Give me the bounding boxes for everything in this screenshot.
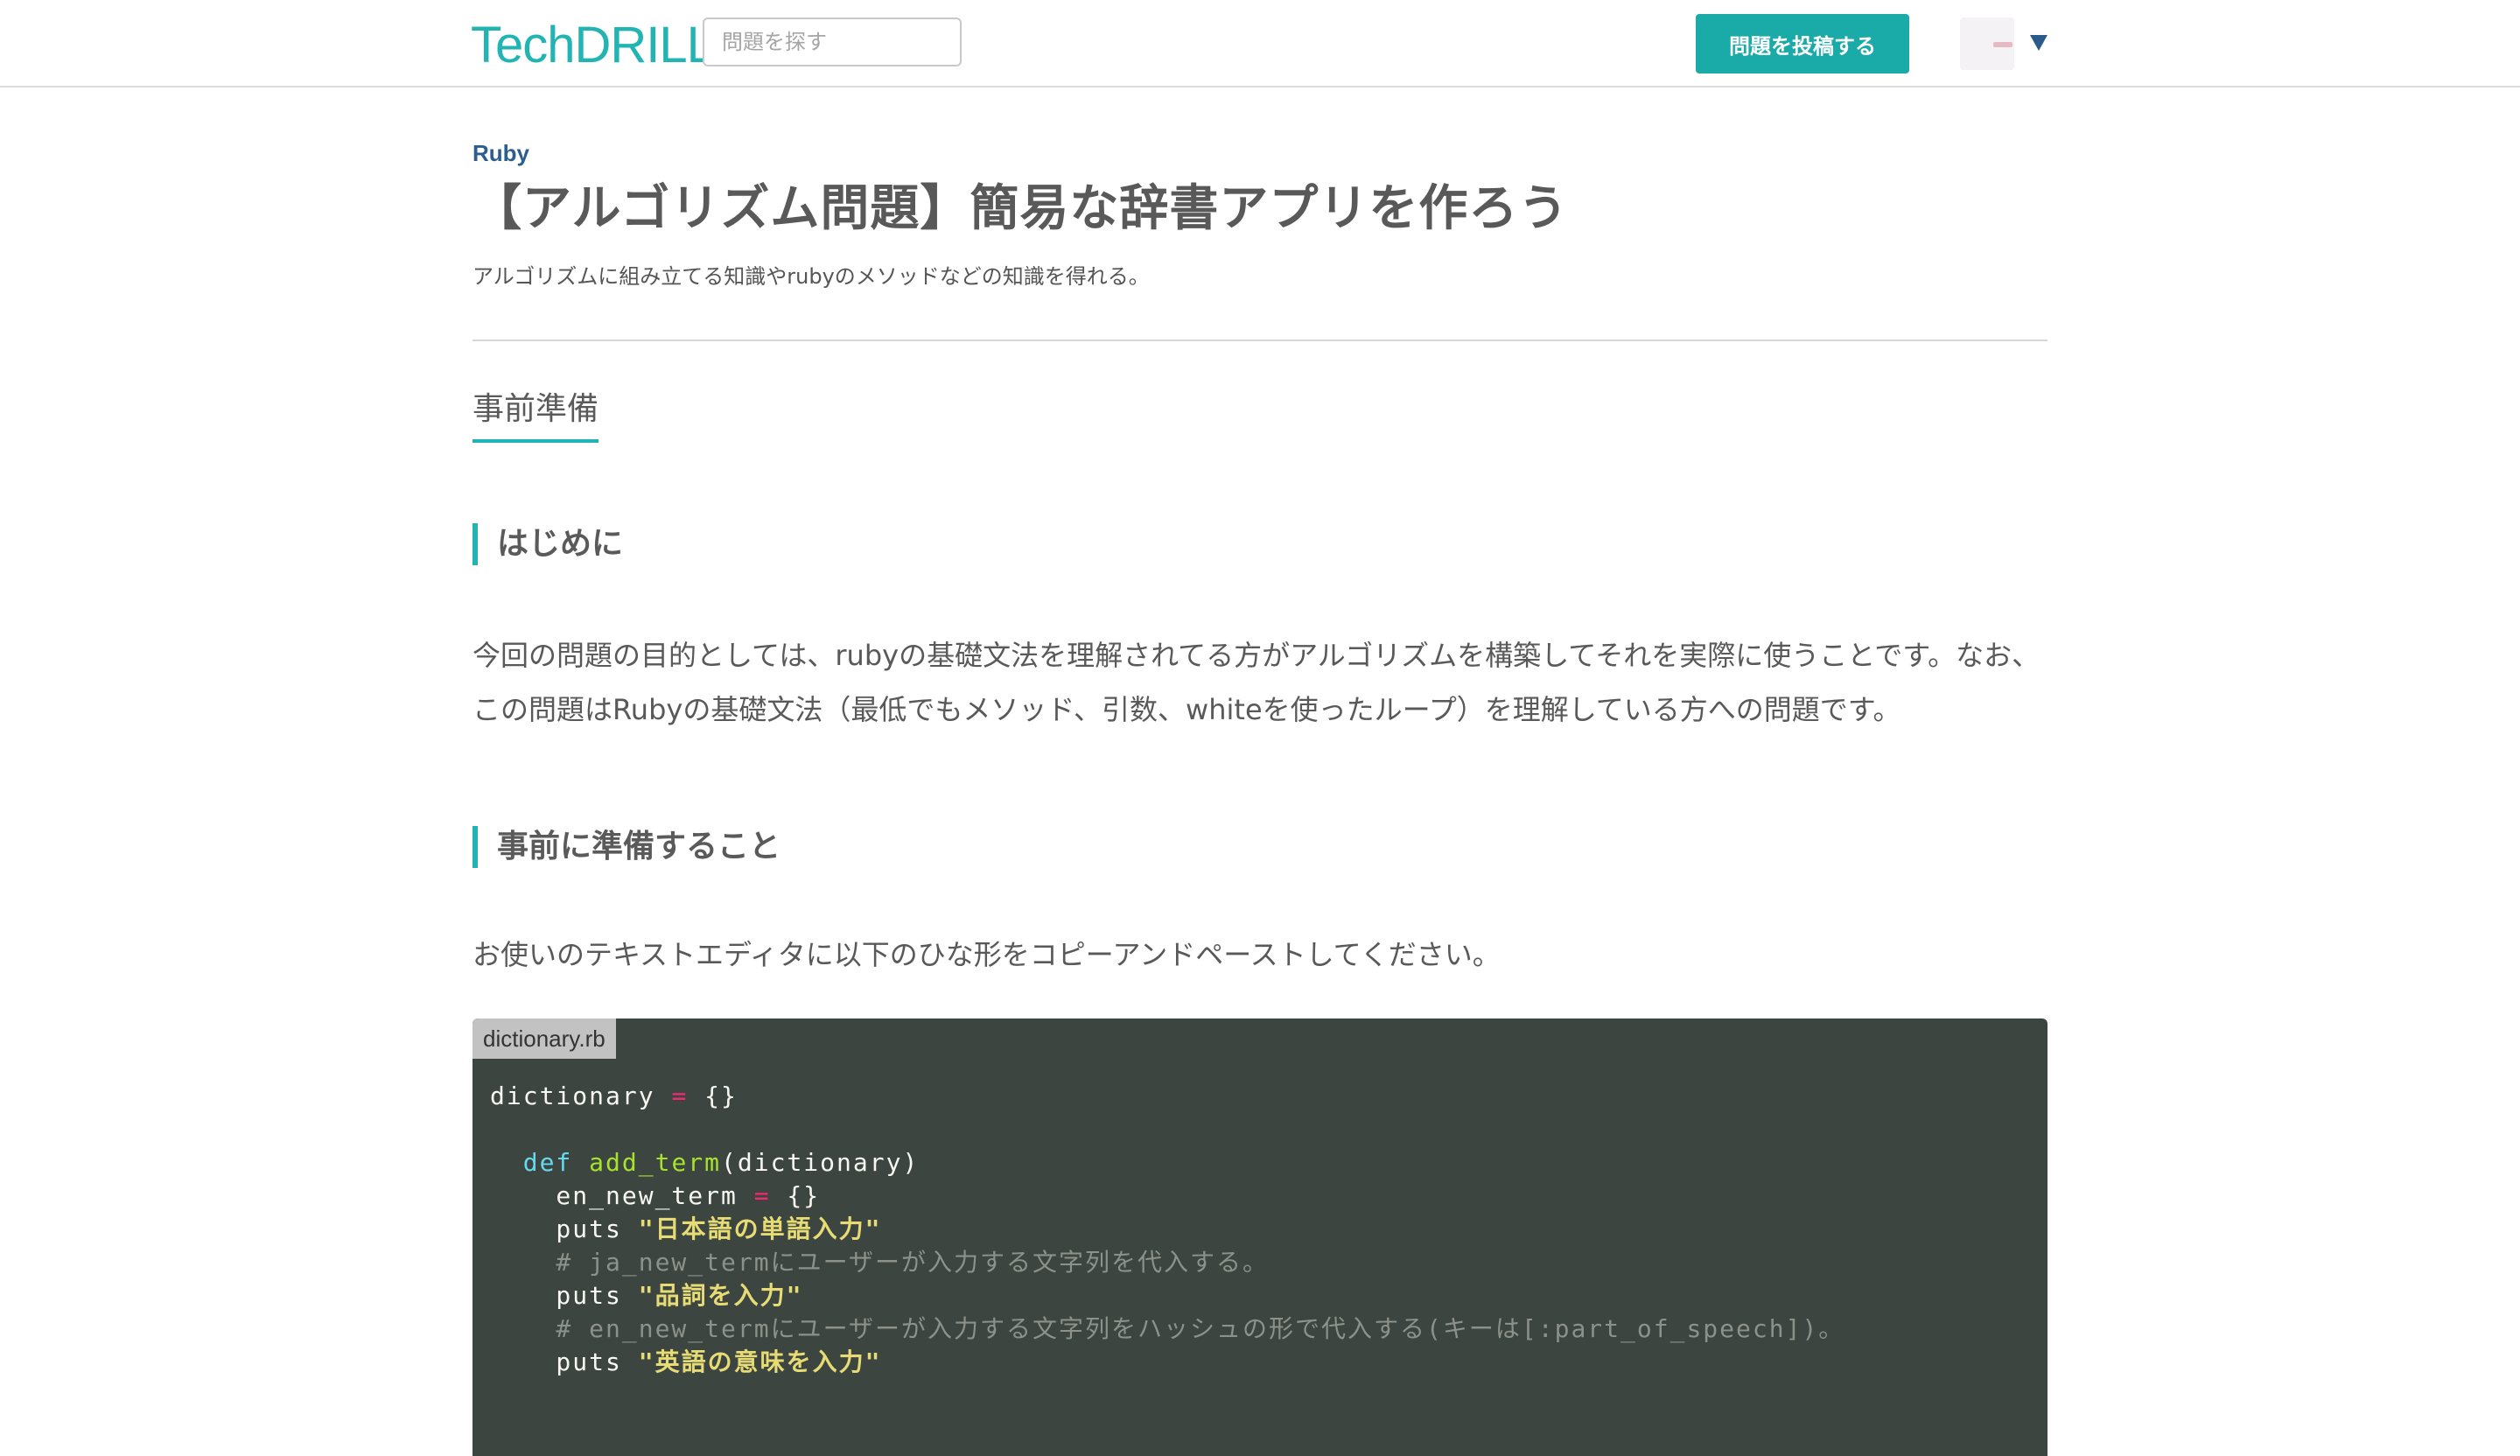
code-line: puts "日本語の単語入力" <box>490 1213 1844 1246</box>
code-content[interactable]: dictionary = {} def add_term(dictionary)… <box>490 1080 1844 1379</box>
site-logo[interactable]: TechDRILL <box>471 18 715 74</box>
code-token: = <box>753 1181 771 1210</box>
divider <box>472 340 2048 341</box>
problem-description: アルゴリズムに組み立てる知識やrubyのメソッドなどの知識を得れる。 <box>472 264 1150 289</box>
code-token: dictionary <box>490 1082 672 1110</box>
code-block[interactable]: dictionary.rb dictionary = {} def add_te… <box>472 1018 2048 1456</box>
heading-preparation: 事前に準備すること <box>472 826 780 868</box>
caret-down-icon[interactable] <box>2030 35 2048 51</box>
problem-category[interactable]: Ruby <box>472 140 529 167</box>
intro-line-1: 今回の問題の目的としては、rubyの基礎文法を理解されてる方がアルゴリズムを構築… <box>472 639 2040 672</box>
code-line: def add_term(dictionary) <box>490 1146 1844 1180</box>
preparation-paragraph: お使いのテキストエディタに以下のひな形をコピーアンドペーストしてください。 <box>472 938 1501 971</box>
code-line: en_new_term = {} <box>490 1180 1844 1213</box>
code-token: {} <box>770 1181 821 1210</box>
heading-intro: はじめに <box>472 523 623 565</box>
search-input[interactable] <box>703 18 962 66</box>
code-token: {} <box>688 1082 738 1110</box>
code-token: "日本語の単語入力" <box>638 1214 882 1243</box>
code-token: puts <box>490 1214 639 1243</box>
code-line: # ja_new_termにユーザーが入力する文字列を代入する。 <box>490 1246 1844 1279</box>
code-line: dictionary = {} <box>490 1080 1844 1113</box>
user-menu[interactable] <box>1960 16 2051 72</box>
code-token: # en_new_termにユーザーが入力する文字列をハッシュの形で代入する(キ… <box>490 1314 1845 1343</box>
code-token: = <box>671 1082 689 1110</box>
code-line: puts "英語の意味を入力" <box>490 1346 1844 1379</box>
code-token: add_term <box>589 1148 722 1177</box>
code-token: "品詞を入力" <box>638 1281 803 1310</box>
intro-line-2: この問題はRubyの基礎文法（最低でもメソッド、引数、whiteを使ったループ）… <box>472 693 1901 726</box>
code-token: # ja_new_termにユーザーが入力する文字列を代入する。 <box>490 1248 1270 1277</box>
code-filename: dictionary.rb <box>472 1018 616 1059</box>
code-token: "英語の意味を入力" <box>638 1348 882 1376</box>
code-token: (dictionary) <box>721 1148 920 1177</box>
code-line: # en_new_termにユーザーが入力する文字列をハッシュの形で代入する(キ… <box>490 1312 1844 1346</box>
problem-title: 【アルゴリズム問題】簡易な辞書アプリを作ろう <box>472 180 1569 237</box>
section-tab-preparation: 事前準備 <box>472 388 599 443</box>
avatar[interactable] <box>1960 18 2014 70</box>
post-problem-button[interactable]: 問題を投稿する <box>1696 14 1909 74</box>
code-token: en_new_term <box>490 1181 754 1210</box>
intro-paragraph: 今回の問題の目的としては、rubyの基礎文法を理解されてる方がアルゴリズムを構築… <box>472 628 2048 737</box>
code-line: puts "品詞を入力" <box>490 1279 1844 1312</box>
top-navbar: TechDRILL 問題を投稿する <box>0 0 2520 88</box>
code-token: def <box>522 1148 573 1177</box>
avatar-image <box>1993 42 2012 47</box>
code-token: puts <box>490 1281 639 1310</box>
code-token: puts <box>490 1348 639 1376</box>
